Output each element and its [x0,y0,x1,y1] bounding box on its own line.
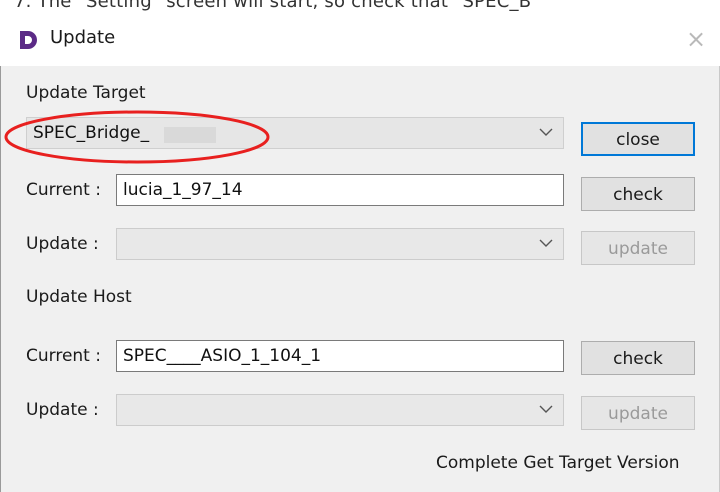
target-check-button[interactable]: check [581,177,695,211]
target-select[interactable]: SPEC_Bridge_ [26,117,564,149]
target-select-value: SPEC_Bridge_ [33,123,150,143]
host-current-field[interactable] [116,340,564,372]
status-text: Complete Get Target Version [436,453,680,473]
close-button[interactable]: close [581,122,695,156]
title-bar: Update × [0,14,720,66]
target-update-select[interactable] [116,228,564,260]
window-border-left [0,14,1,492]
chevron-down-icon [539,128,553,136]
target-current-input[interactable] [117,175,563,205]
target-update-label: Update : [26,234,99,254]
redacted-text-block [164,127,216,143]
target-current-field[interactable] [116,174,564,206]
host-current-label: Current : [26,346,101,366]
background-document-strip: 7. The "Setting" screen will start, so c… [0,0,720,14]
chevron-down-icon [539,239,553,247]
app-logo-icon [20,31,37,49]
host-check-button[interactable]: check [581,341,695,375]
target-current-label: Current : [26,180,101,200]
update-target-label: Update Target [26,83,146,103]
host-update-select[interactable] [116,394,564,426]
host-current-input[interactable] [117,341,563,371]
target-update-button[interactable]: update [581,231,695,265]
update-host-label: Update Host [26,287,132,307]
window-title: Update [50,27,116,48]
chevron-down-icon [539,405,553,413]
host-update-button[interactable]: update [581,396,695,430]
close-icon[interactable]: × [686,27,706,51]
host-update-label: Update : [26,400,99,420]
background-instruction-text: 7. The "Setting" screen will start, so c… [14,0,532,12]
